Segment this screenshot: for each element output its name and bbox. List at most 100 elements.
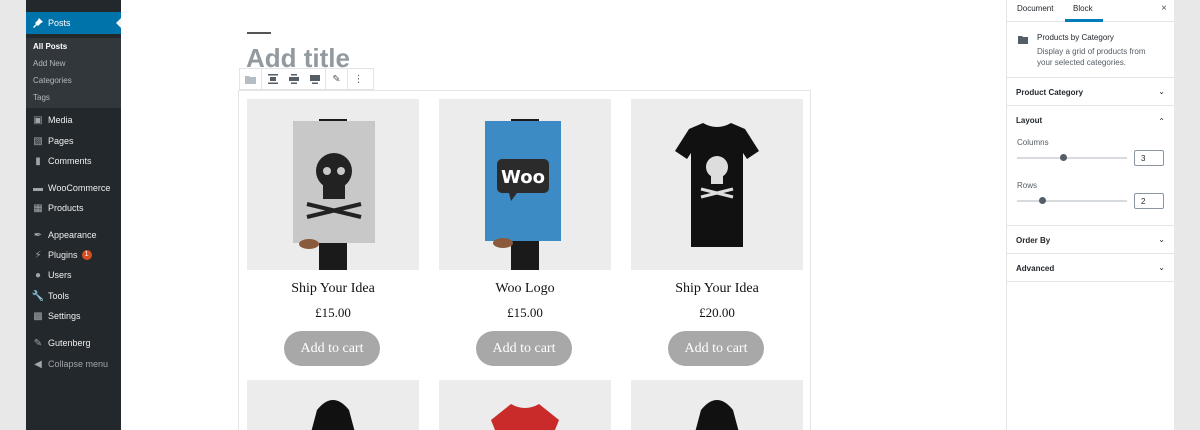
sidebar-item-label: Comments [48, 156, 92, 166]
columns-slider-thumb[interactable] [1060, 154, 1067, 161]
more-options-icon[interactable]: ⋮ [348, 69, 369, 89]
sidebar-item-appearance[interactable]: ✒ Appearance [26, 226, 121, 244]
section-title[interactable]: Layout [1016, 116, 1042, 125]
product-image[interactable] [247, 380, 419, 430]
submenu-add-new[interactable]: Add New [33, 59, 65, 68]
product-name[interactable]: Woo Logo [439, 281, 611, 297]
sidebar-item-media[interactable]: ▣ Media [26, 111, 121, 129]
sidebar-item-gutenberg[interactable]: ✎ Gutenberg [26, 334, 121, 352]
sidebar-item-pages[interactable]: ▧ Pages [26, 132, 121, 150]
product-image[interactable] [439, 380, 611, 430]
submenu-tags[interactable]: Tags [33, 93, 50, 102]
product-price: £20.00 [699, 305, 735, 320]
product-image[interactable] [631, 380, 803, 430]
sidebar-item-tools[interactable]: 🔧 Tools [26, 287, 121, 305]
products-by-category-block[interactable]: Ship Your Idea £15.00 Add to cart Woo Wo… [238, 90, 811, 430]
pages-icon: ▧ [33, 135, 43, 147]
sidebar-item-label: Plugins [48, 250, 78, 260]
sidebar-item-comments[interactable]: ▮ Comments [26, 152, 121, 170]
rows-label: Rows [1017, 181, 1038, 190]
block-description-line1: Display a grid of products from [1037, 47, 1146, 56]
plugins-update-badge: 1 [81, 250, 92, 260]
sidebar-item-label: Media [48, 115, 73, 125]
posts-submenu: All Posts Add New Categories Tags [26, 38, 121, 108]
edit-pencil-icon[interactable]: ✎ [326, 69, 347, 89]
sidebar-item-plugins[interactable]: ⚡ Plugins 1 [26, 246, 121, 264]
right-gutter [1174, 0, 1200, 430]
product-name[interactable]: Ship Your Idea [631, 281, 803, 297]
chevron-down-icon: ⌄ [1158, 87, 1165, 96]
users-icon: ● [34, 269, 42, 281]
block-settings-panel: Document Block × Products by Category Di… [1006, 0, 1175, 430]
title-separator [247, 32, 271, 34]
sidebar-item-label: Products [48, 203, 84, 213]
columns-slider[interactable] [1017, 157, 1127, 159]
submenu-categories[interactable]: Categories [33, 76, 72, 85]
block-type-icon[interactable] [240, 69, 261, 89]
product-image[interactable]: Woo [439, 99, 611, 270]
add-to-cart-button[interactable]: Add to cart [668, 331, 764, 366]
plugins-icon: ⚡ [34, 249, 42, 261]
sidebar-item-label: Tools [48, 291, 70, 301]
sidebar-item-settings[interactable]: ▩ Settings [26, 307, 121, 325]
sidebar-item-label: Posts [48, 18, 71, 28]
left-gutter [0, 0, 26, 430]
product-price: £15.00 [507, 305, 543, 320]
sidebar-item-label: Gutenberg [48, 338, 91, 348]
columns-label: Columns [1017, 138, 1049, 147]
close-icon[interactable]: × [1161, 3, 1167, 14]
section-product-category[interactable]: Product Category ⌄ [1007, 78, 1175, 106]
sidebar-item-label: Pages [48, 136, 74, 146]
tools-icon: 🔧 [31, 290, 45, 302]
editor-canvas: Add title ✎ ⋮ Ship Your Idea £15.00 Add … [121, 0, 1006, 430]
section-title: Product Category [1016, 88, 1084, 97]
section-advanced[interactable]: Advanced ⌄ [1007, 254, 1175, 282]
rows-slider-thumb[interactable] [1039, 197, 1046, 204]
add-to-cart-button[interactable]: Add to cart [284, 331, 380, 366]
sidebar-item-woocommerce[interactable]: ▬ WooCommerce [26, 179, 121, 197]
chevron-up-icon[interactable]: ⌃ [1158, 117, 1165, 126]
chevron-down-icon: ⌄ [1158, 263, 1165, 272]
tab-block[interactable]: Block [1073, 4, 1093, 13]
sidebar-item-users[interactable]: ● Users [26, 266, 121, 284]
gutenberg-icon: ✎ [33, 337, 43, 349]
block-title: Products by Category [1037, 33, 1114, 42]
sidebar-item-label: Users [48, 270, 72, 280]
product-card: Ship Your Idea £20.00 Add to cart [631, 99, 803, 379]
product-card: Woo Woo Logo £15.00 Add to cart [439, 99, 611, 379]
product-card: Ship Your Idea £15.00 Add to cart [247, 99, 419, 379]
align-full-icon[interactable] [304, 69, 325, 89]
sidebar-item-label: WooCommerce [48, 183, 111, 193]
product-name[interactable]: Ship Your Idea [247, 281, 419, 297]
product-image[interactable] [247, 99, 419, 270]
products-icon: ▦ [33, 202, 43, 214]
sidebar-item-products[interactable]: ▦ Products [26, 199, 121, 217]
comments-icon: ▮ [35, 155, 41, 167]
sidebar-item-label: Settings [48, 311, 81, 321]
block-card: Products by Category Display a grid of p… [1007, 22, 1175, 78]
columns-input[interactable]: 3 [1134, 150, 1164, 166]
add-to-cart-button[interactable]: Add to cart [476, 331, 572, 366]
collapse-icon: ◀ [34, 358, 42, 370]
media-icon: ▣ [33, 114, 43, 126]
submenu-all-posts[interactable]: All Posts [33, 42, 67, 51]
section-order-by[interactable]: Order By ⌄ [1007, 226, 1175, 254]
rows-slider[interactable] [1017, 200, 1127, 202]
sidebar-item-posts[interactable]: Posts [26, 12, 121, 34]
collapse-menu-button[interactable]: ◀ Collapse menu [26, 355, 121, 373]
wp-editor-screen: Posts All Posts Add New Categories Tags … [0, 0, 1200, 430]
rows-input[interactable]: 2 [1134, 193, 1164, 209]
align-center-icon[interactable] [262, 69, 283, 89]
align-wide-icon[interactable] [283, 69, 304, 89]
folder-icon [1018, 36, 1028, 46]
section-title: Advanced [1016, 264, 1055, 273]
woocommerce-icon: ▬ [33, 182, 43, 194]
svg-text:Woo: Woo [501, 167, 545, 188]
product-image[interactable] [631, 99, 803, 270]
admin-sidebar: Posts All Posts Add New Categories Tags … [26, 0, 121, 430]
tab-document[interactable]: Document [1017, 4, 1053, 13]
product-price: £15.00 [315, 305, 351, 320]
block-toolbar: ✎ ⋮ [239, 68, 374, 90]
block-description-line2: your selected categories. [1037, 58, 1126, 67]
pin-icon [32, 17, 44, 29]
